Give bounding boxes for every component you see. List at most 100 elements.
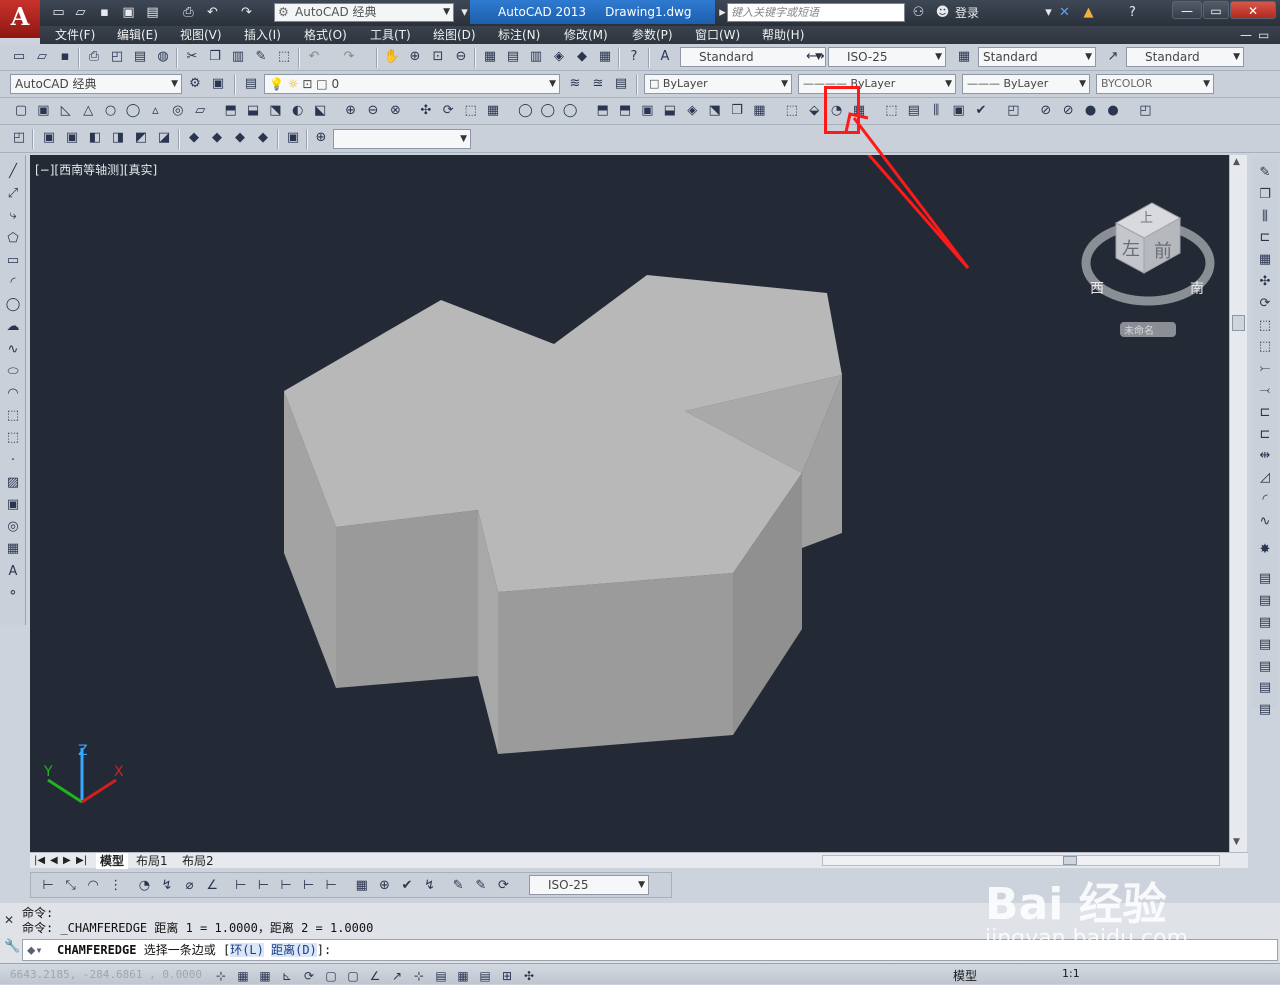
next-tab-icon[interactable]: ▶ (63, 853, 71, 869)
minimize-button[interactable]: — (1172, 1, 1202, 19)
plot-preview-icon[interactable]: ◰ (108, 48, 126, 66)
polysolid-icon[interactable]: ▢ (12, 102, 30, 120)
rotate-faces-icon[interactable]: ◈ (683, 102, 701, 120)
prev-tab-icon[interactable]: ◀ (50, 853, 58, 869)
dims-front-icon[interactable]: ▤ (1256, 679, 1274, 697)
doc-minimize-icon[interactable]: — (1240, 27, 1252, 43)
table-style-combo[interactable]: Standard ▼ (978, 47, 1096, 67)
edit-dim-icon[interactable]: ✎ (449, 877, 467, 895)
autodesk-360-icon[interactable]: ▲ (1080, 4, 1097, 21)
save-icon[interactable]: ▪ (56, 48, 74, 66)
view-combo[interactable]: ▼ (333, 129, 471, 149)
polygon-icon[interactable]: ⬠ (4, 230, 22, 248)
camera-icon[interactable]: ▣ (284, 129, 302, 147)
scroll-thumb[interactable] (1232, 315, 1245, 331)
user-icon[interactable]: ☻ (934, 4, 951, 21)
hidden-icon[interactable]: ⊘ (1059, 102, 1077, 120)
dimension-style-combo[interactable]: ISO-25 ▼ (828, 47, 946, 67)
menu-tools[interactable]: 工具(T) (370, 27, 411, 43)
markup-icon[interactable]: ◆ (573, 48, 591, 66)
snap-icon[interactable]: ▦ (234, 968, 252, 985)
help-icon[interactable]: ? (1124, 4, 1141, 21)
left-view-icon[interactable]: ◧ (86, 129, 104, 147)
wedge-icon[interactable]: ◺ (57, 102, 75, 120)
block-editor-icon[interactable]: ⬚ (275, 48, 293, 66)
menu-draw[interactable]: 绘图(D) (433, 27, 476, 43)
insert-block-icon[interactable]: ⬚ (4, 407, 22, 425)
offset-icon[interactable]: ⊏ (1256, 229, 1274, 247)
viewcube[interactable]: 上 左 前 西 南 未命名 (1081, 202, 1215, 337)
application-menu-button[interactable]: A (0, 0, 40, 38)
move-icon[interactable]: ✣ (1256, 273, 1274, 291)
sheet-set-icon[interactable]: ◈ (550, 48, 568, 66)
ne-isometric-icon[interactable]: ◆ (231, 129, 249, 147)
dimension-style-icon[interactable]: ⟷ (806, 48, 825, 66)
cut-icon[interactable]: ✂ (183, 48, 201, 66)
union-icon[interactable]: ◯ (516, 102, 534, 120)
tolerance-icon[interactable]: ▦ (353, 877, 371, 895)
gradient-icon[interactable]: ▣ (4, 496, 22, 514)
sphere-icon[interactable]: ○ (102, 102, 120, 120)
trim-icon[interactable]: ⤚ (1256, 360, 1274, 378)
color-combo[interactable]: □ ByLayer ▼ (644, 74, 792, 94)
arc-icon[interactable]: ◜ (4, 274, 22, 292)
draworder-back-icon[interactable]: ▤ (1256, 592, 1274, 610)
undo-icon[interactable]: ↶ (305, 48, 323, 66)
radius-icon[interactable]: ◔ (135, 877, 153, 895)
update-icon[interactable]: ⟳ (494, 877, 512, 895)
line-icon[interactable]: ╱ (4, 163, 22, 181)
menu-window[interactable]: 窗口(W) (695, 27, 740, 43)
draworder-front-icon[interactable]: ▤ (1256, 570, 1274, 588)
zoom-previous-icon[interactable]: ⊖ (452, 48, 470, 66)
draworder-below-icon[interactable]: ▤ (1256, 636, 1274, 654)
mtext-icon[interactable]: A (4, 563, 22, 581)
tab-layout2[interactable]: 布局2 (182, 853, 214, 869)
sweep-icon[interactable]: ⬔ (266, 102, 284, 120)
pan-icon[interactable]: ✋ (383, 48, 401, 66)
table-icon[interactable]: ▦ (4, 540, 22, 558)
planar-surface-icon[interactable]: ▱ (191, 102, 209, 120)
restore-button[interactable]: ▭ (1203, 1, 1229, 19)
cone-icon[interactable]: △ (79, 102, 97, 120)
ducs-icon[interactable]: ↗ (388, 968, 406, 985)
intersect-icon[interactable]: ⊗ (386, 102, 404, 120)
wrench-icon[interactable]: 🔧 (4, 939, 20, 954)
copy-icon[interactable]: ❐ (206, 48, 224, 66)
3d-align-icon[interactable]: ⬚ (462, 102, 480, 120)
menu-edit[interactable]: 编辑(E) (117, 27, 158, 43)
plotstyle-combo[interactable]: BYCOLOR ▼ (1096, 74, 1214, 94)
ellipse-arc-icon[interactable]: ◠ (4, 385, 22, 403)
horizontal-scrollbar[interactable] (822, 855, 1220, 866)
explode-icon[interactable]: ✸ (1256, 541, 1274, 559)
sw-isometric-icon[interactable]: ◆ (185, 129, 203, 147)
scroll-down-icon[interactable]: ▼ (1233, 837, 1240, 847)
rotate-icon[interactable]: ⟳ (1256, 295, 1274, 313)
baseline-icon[interactable]: ⊢ (254, 877, 272, 895)
tpy-icon[interactable]: ▦ (454, 968, 472, 985)
text-style-combo[interactable]: Standard ▼ (680, 47, 826, 67)
quickcalc-icon[interactable]: ▦ (596, 48, 614, 66)
jogged-linear-icon[interactable]: ↯ (421, 877, 439, 895)
front-view-icon[interactable]: ◩ (132, 129, 150, 147)
jogged-icon[interactable]: ↯ (158, 877, 176, 895)
extrude-icon[interactable]: ⬒ (222, 102, 240, 120)
scale-icon[interactable]: ⬚ (1256, 317, 1274, 335)
continue-icon[interactable]: ⊢ (277, 877, 295, 895)
bottom-view-icon[interactable]: ▣ (63, 129, 81, 147)
model-space-button[interactable]: 模型 (953, 967, 977, 984)
properties-icon[interactable]: ▦ (481, 48, 499, 66)
workspace-save-icon[interactable]: ▣ (209, 75, 227, 93)
realistic-icon[interactable]: ● (1082, 102, 1100, 120)
spline-icon[interactable]: ∿ (4, 341, 22, 359)
lineweight-combo[interactable]: ——— ByLayer ▼ (962, 74, 1090, 94)
chamfer-icon[interactable]: ◿ (1256, 469, 1274, 487)
polar-icon[interactable]: ⟳ (300, 968, 318, 985)
send-hatch-back-icon[interactable]: ▤ (1256, 701, 1274, 719)
extrude-faces-icon[interactable]: ⬒ (594, 102, 612, 120)
quick-dim-icon[interactable]: ⊢ (232, 877, 250, 895)
menu-dimension[interactable]: 标注(N) (498, 27, 540, 43)
blend-curves-icon[interactable]: ∿ (1256, 513, 1274, 531)
tab-layout1[interactable]: 布局1 (136, 853, 168, 869)
search-input[interactable]: 键入关键字或短语 (727, 3, 905, 22)
menu-parametric[interactable]: 参数(P) (632, 27, 673, 43)
